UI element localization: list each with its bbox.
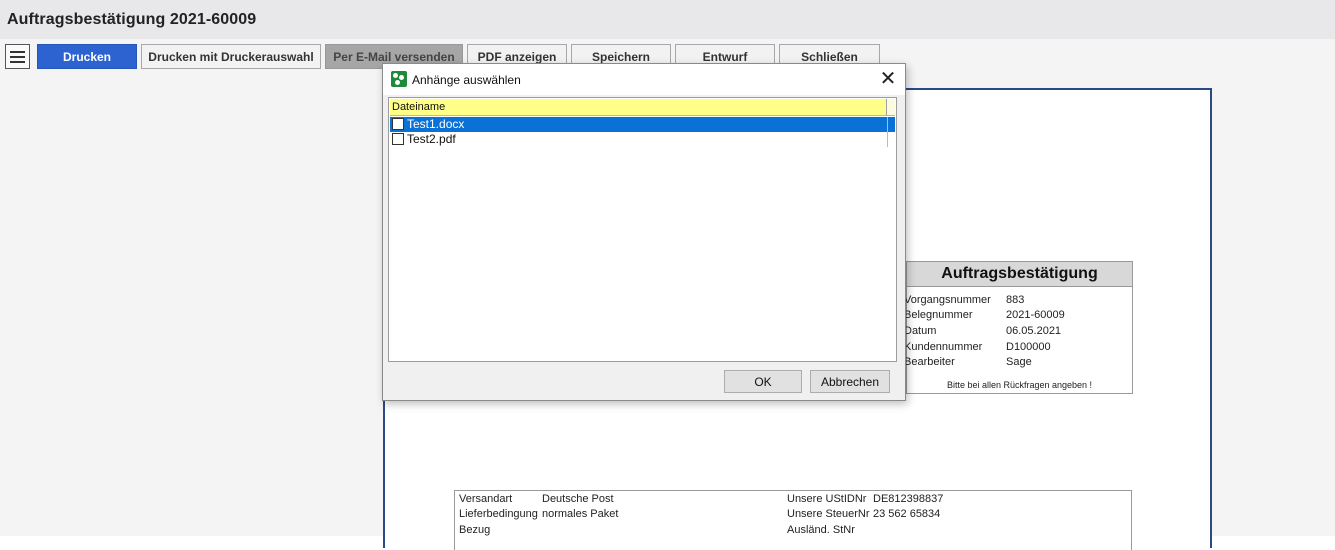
file-list[interactable]: Dateiname Test1.docx Test2.pdf (388, 97, 897, 362)
app-icon (391, 71, 407, 87)
shipping-left: Versandart Deutsche Post Lieferbedingung n… (459, 491, 618, 538)
window-titlebar: Auftragsbestätigung 2021-60009 (0, 0, 1335, 39)
order-field-row: Kundennummer D100000 (904, 340, 1051, 353)
column-separator (887, 132, 888, 147)
order-field-row: Bearbeiter Sage (904, 356, 1032, 369)
file-checkbox[interactable] (392, 133, 404, 145)
cancel-button[interactable]: Abbrechen (810, 370, 890, 393)
print-with-printer-selection-button[interactable]: Drucken mit Druckerauswahl (141, 44, 321, 69)
shipping-row: Bezug (459, 523, 491, 536)
order-heading: Auftragsbestätigung (907, 262, 1132, 287)
file-checkbox[interactable] (392, 118, 404, 130)
ok-button[interactable]: OK (724, 370, 802, 393)
shipping-right: Unsere UStIDNr DE812398837 Unsere SteuerN… (787, 491, 943, 538)
shipping-row: Unsere SteuerNr 23 562 65834 (787, 508, 941, 521)
shipping-box: Versandart Deutsche Post Lieferbedingung n… (454, 490, 1132, 550)
file-name: Test2.pdf (407, 132, 456, 146)
order-field-row: Datum 06.05.2021 (904, 324, 1062, 337)
list-item[interactable]: Test1.docx (390, 117, 895, 132)
column-header-filler (887, 99, 895, 116)
file-name: Test1.docx (407, 117, 465, 131)
order-note: Bitte bei allen Rückfragen angeben ! (946, 380, 1093, 390)
shipping-row: Lieferbedingung normales Paket (459, 508, 619, 521)
close-icon[interactable]: ✕ (875, 67, 901, 93)
shipping-row: Unsere UStIDNr DE812398837 (787, 492, 944, 505)
order-field-row: Vorgangsnummer 883 (904, 293, 1025, 306)
print-button[interactable]: Drucken (37, 44, 137, 69)
window-title: Auftragsbestätigung 2021-60009 (7, 11, 257, 28)
dialog-title: Anhänge auswählen (412, 73, 521, 87)
order-info-box: Auftragsbestätigung Vorgangsnummer 883 Be… (904, 261, 1133, 394)
attachments-dialog: Anhänge auswählen ✕ Dateiname Test1.docx… (382, 63, 906, 401)
shipping-row: Versandart Deutsche Post (459, 492, 614, 505)
order-fields: Vorgangsnummer 883 Belegnummer 2021-60009 … (904, 292, 1065, 370)
shipping-row: Ausländ. StNr (787, 523, 855, 536)
list-item[interactable]: Test2.pdf (390, 132, 895, 147)
column-separator (887, 117, 888, 132)
hamburger-menu-icon[interactable] (5, 44, 30, 69)
column-header-filename[interactable]: Dateiname (390, 99, 887, 116)
dialog-titlebar: Anhänge auswählen ✕ (383, 64, 905, 95)
order-field-row: Belegnummer 2021-60009 (904, 309, 1065, 322)
